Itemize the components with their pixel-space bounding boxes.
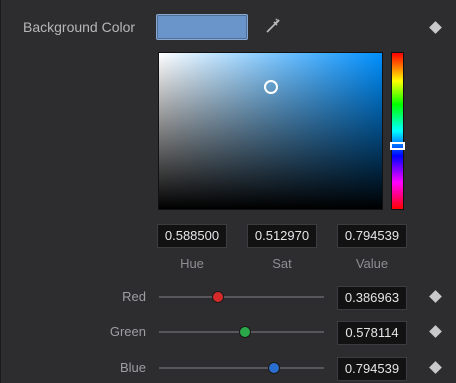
hue-input[interactable]: 0.588500 (157, 224, 227, 248)
hue-caption: Hue (180, 256, 204, 271)
blue-input[interactable]: 0.794539 (337, 357, 407, 381)
red-keyframe-diamond-icon[interactable] (429, 290, 442, 303)
red-slider-track[interactable] (159, 291, 324, 303)
blue-slider-track[interactable] (159, 362, 324, 374)
sat-caption: Sat (272, 256, 292, 271)
green-slider-knob[interactable] (238, 326, 251, 338)
green-keyframe-diamond-icon[interactable] (429, 325, 442, 338)
eyedropper-icon[interactable] (264, 17, 282, 35)
hue-slider-handle[interactable] (390, 142, 405, 150)
value-input[interactable]: 0.794539 (337, 224, 407, 248)
saturation-value-picker[interactable] (158, 52, 383, 210)
blue-slider-knob[interactable] (268, 362, 281, 374)
blue-label: Blue (119, 360, 146, 375)
value-caption: Value (355, 256, 389, 271)
hue-slider[interactable] (390, 52, 405, 210)
red-slider-knob[interactable] (212, 291, 225, 303)
green-slider-track[interactable] (159, 326, 324, 338)
keyframe-diamond-icon[interactable] (429, 21, 442, 34)
green-input[interactable]: 0.578114 (337, 321, 407, 345)
sat-input[interactable]: 0.512970 (247, 224, 317, 248)
sv-cursor[interactable] (264, 80, 278, 94)
color-swatch[interactable] (156, 14, 248, 40)
background-color-row: Background Color (1, 0, 456, 44)
green-label: Green (109, 324, 146, 339)
blue-keyframe-diamond-icon[interactable] (429, 361, 442, 374)
red-input[interactable]: 0.386963 (337, 286, 407, 310)
red-label: Red (122, 289, 146, 304)
color-inspector-panel: Background Color 0.588500 0.512970 0.794… (0, 0, 456, 383)
background-color-label: Background Color (23, 19, 136, 35)
